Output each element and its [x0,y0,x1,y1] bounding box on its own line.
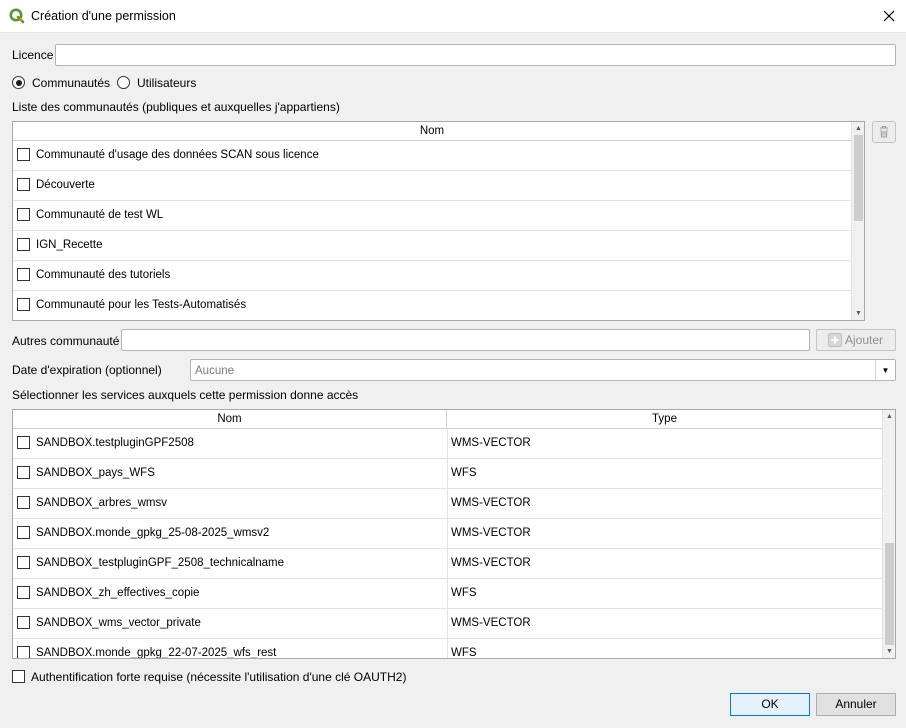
service-name: SANDBOX_wms_vector_private [36,617,201,629]
community-row[interactable]: Communauté des tutoriels [13,261,851,291]
community-name: Communauté des tutoriels [36,269,171,281]
community-checkbox[interactable] [17,238,30,251]
close-button[interactable] [872,0,906,33]
licence-label: Licence [12,48,54,62]
radio-communautes-label[interactable]: Communautés [32,76,110,90]
service-name: SANDBOX_testpluginGPF_2508_technicalname [36,557,285,569]
service-row[interactable]: SANDBOX_testpluginGPF_2508_technicalname… [13,549,882,579]
cancel-button[interactable]: Annuler [816,693,896,716]
close-icon [883,10,895,22]
service-type: WMS-VECTOR [447,549,882,578]
community-checkbox[interactable] [17,298,30,311]
strong-auth-checkbox[interactable] [12,670,25,683]
trash-icon [880,126,888,138]
service-name: SANDBOX.monde_gpkg_25-08-2025_wmsv2 [36,527,270,539]
service-checkbox[interactable] [17,466,30,479]
service-row[interactable]: SANDBOX_arbres_wmsv WMS-VECTOR [13,489,882,519]
scroll-up-icon[interactable]: ▲ [883,410,895,423]
radio-utilisateurs[interactable] [117,76,130,89]
community-name: IGN_Recette [36,239,103,251]
communities-scrollbar[interactable]: ▲ ▼ [851,122,864,320]
licence-input[interactable] [55,44,896,66]
add-button-label: Ajouter [845,333,884,347]
ok-button[interactable]: OK [730,693,810,716]
service-checkbox[interactable] [17,526,30,539]
community-row[interactable]: Communauté pour les Tests-Automatisés [13,291,851,320]
column-header-type[interactable]: Type [447,410,882,429]
service-checkbox[interactable] [17,496,30,509]
scroll-down-icon[interactable]: ▼ [852,307,864,320]
community-checkbox[interactable] [17,208,30,221]
service-type: WMS-VECTOR [447,609,882,638]
add-community-button[interactable]: Ajouter [816,329,896,351]
community-name: Communauté d'usage des données SCAN sous… [36,149,319,161]
window-title: Création d'une permission [31,9,176,23]
expiration-select[interactable]: Aucune ▼ [190,359,896,382]
service-row[interactable]: SANDBOX.testpluginGPF2508 WMS-VECTOR [13,429,882,459]
service-type: WMS-VECTOR [447,519,882,548]
service-checkbox[interactable] [17,586,30,599]
other-communities-input[interactable] [121,329,810,351]
service-row[interactable]: SANDBOX.monde_gpkg_22-07-2025_wfs_rest WF… [13,639,882,659]
community-name: Découverte [36,179,95,191]
communities-table: Nom Communauté d'usage des données SCAN … [12,121,865,321]
scrollbar-thumb[interactable] [885,543,894,645]
communities-table-header: Nom [13,122,851,141]
scroll-down-icon[interactable]: ▼ [883,645,895,658]
community-row[interactable]: Communauté d'usage des données SCAN sous… [13,141,851,171]
community-checkbox[interactable] [17,148,30,161]
service-row[interactable]: SANDBOX_zh_effectives_copie WFS [13,579,882,609]
service-name: SANDBOX_pays_WFS [36,467,155,479]
services-scrollbar[interactable]: ▲ ▼ [882,410,895,658]
service-type: WMS-VECTOR [447,429,882,458]
service-name: SANDBOX.monde_gpkg_22-07-2025_wfs_rest [36,647,277,659]
service-type: WFS [447,579,882,608]
service-name: SANDBOX.testpluginGPF2508 [36,437,194,449]
other-communities-label: Autres communauté [12,334,120,348]
service-row[interactable]: SANDBOX_pays_WFS WFS [13,459,882,489]
radio-communautes[interactable] [12,76,25,89]
communities-list-label: Liste des communautés (publiques et auxq… [12,100,340,114]
service-checkbox[interactable] [17,646,30,658]
service-type: WMS-VECTOR [447,489,882,518]
column-header-nom[interactable]: Nom [13,122,851,141]
title-bar: Création d'une permission [0,0,906,33]
column-header-nom[interactable]: Nom [13,410,447,429]
expiration-label: Date d'expiration (optionnel) [12,363,162,377]
service-type: WFS [447,459,882,488]
service-checkbox[interactable] [17,436,30,449]
community-checkbox[interactable] [17,268,30,281]
service-type: WFS [447,639,882,658]
community-row[interactable]: Découverte [13,171,851,201]
community-name: Communauté de test WL [36,209,164,221]
expiration-value: Aucune [195,365,235,377]
services-table-header: Nom Type [13,410,882,429]
services-label: Sélectionner les services auxquels cette… [12,388,359,402]
radio-utilisateurs-label[interactable]: Utilisateurs [137,76,196,90]
community-row[interactable]: IGN_Recette [13,231,851,261]
community-name: Communauté pour les Tests-Automatisés [36,299,247,311]
strong-auth-label[interactable]: Authentification forte requise (nécessit… [31,670,406,684]
service-name: SANDBOX_arbres_wmsv [36,497,168,509]
services-table: Nom Type SANDBOX.testpluginGPF2508 WMS-VE… [12,409,896,659]
community-checkbox[interactable] [17,178,30,191]
chevron-down-icon[interactable]: ▼ [875,360,895,382]
service-checkbox[interactable] [17,616,30,629]
plus-icon [828,333,842,347]
service-row[interactable]: SANDBOX_wms_vector_private WMS-VECTOR [13,609,882,639]
service-name: SANDBOX_zh_effectives_copie [36,587,200,599]
service-checkbox[interactable] [17,556,30,569]
scroll-up-icon[interactable]: ▲ [852,122,864,135]
qgis-logo-icon [9,8,25,24]
delete-community-button[interactable] [872,121,896,143]
scrollbar-thumb[interactable] [854,135,863,221]
community-row[interactable]: Communauté de test WL [13,201,851,231]
service-row[interactable]: SANDBOX.monde_gpkg_25-08-2025_wmsv2 WMS-V… [13,519,882,549]
